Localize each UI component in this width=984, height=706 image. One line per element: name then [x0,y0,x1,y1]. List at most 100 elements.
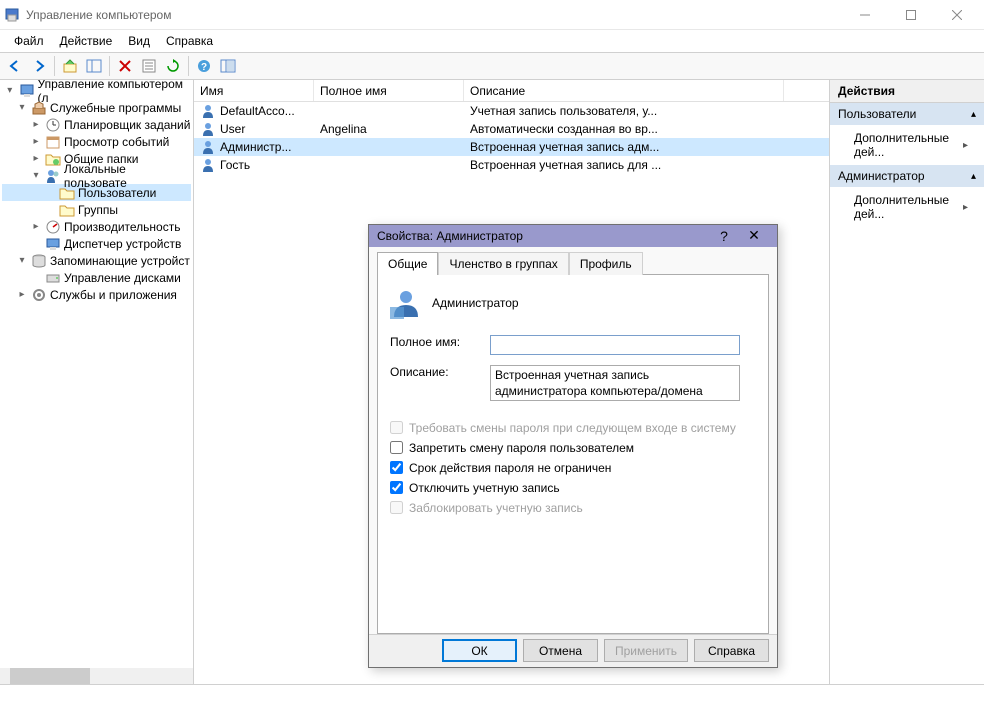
clock-icon [45,117,61,133]
horizontal-scrollbar[interactable] [0,668,193,684]
tree-node[interactable]: Диспетчер устройств [2,235,191,252]
help-button[interactable]: ? [193,55,215,77]
list-row[interactable]: Администр...Встроенная учетная запись ад… [194,138,829,156]
twisty-icon[interactable]: ▸ [30,153,42,164]
twisty-icon[interactable]: ▾ [16,255,28,266]
refresh-button[interactable] [162,55,184,77]
actions-item[interactable]: Дополнительные дей...▸ [830,125,984,165]
checkbox-row: Заблокировать учетную запись [390,501,756,515]
tree-node-label: Группы [78,203,118,217]
dialog-close-button[interactable]: ✕ [739,227,769,244]
tree-node[interactable]: ▸ Производительность [2,218,191,235]
tree-node-label: Производительность [64,220,180,234]
checkbox-input[interactable] [390,441,403,454]
tree-node[interactable]: ▾Локальные пользовате [2,167,191,184]
tree-node[interactable]: ▸Планировщик заданий [2,116,191,133]
menu-file[interactable]: Файл [6,32,52,50]
list-cell: Angelina [314,121,464,137]
minimize-button[interactable] [842,0,888,30]
menu-help[interactable]: Справка [158,32,221,50]
tree-node[interactable]: Управление дисками [2,269,191,286]
list-row[interactable]: DefaultAcco...Учетная запись пользовател… [194,102,829,120]
checkbox-label: Отключить учетную запись [409,481,560,495]
apply-button[interactable]: Применить [604,639,688,662]
tree-root[interactable]: ▾ Управление компьютером (л [2,82,191,99]
column-header[interactable]: Полное имя [314,80,464,101]
chevron-right-icon: ▸ [963,202,968,213]
list-cell: Встроенная учетная запись для ... [464,157,784,173]
tree-node[interactable]: Группы [2,201,191,218]
tree-node[interactable]: ▸Службы и приложения [2,286,191,303]
ok-button[interactable]: ОК [442,639,517,662]
cancel-button[interactable]: Отмена [523,639,598,662]
list-row[interactable]: Гость Встроенная учетная запись для ... [194,156,829,174]
list-header: ИмяПолное имяОписание [194,80,829,102]
list-cell [314,164,464,166]
dialog-user-name: Администратор [432,296,519,310]
tab-profile[interactable]: Профиль [569,252,643,275]
tree-node[interactable]: ▾Запоминающие устройст [2,252,191,269]
tab-member-of[interactable]: Членство в группах [438,252,568,275]
twisty-icon[interactable]: ▸ [30,119,42,130]
twisty-icon[interactable]: ▸ [30,221,42,232]
show-hide-tree-button[interactable] [83,55,105,77]
twisty-icon[interactable]: ▾ [30,170,42,181]
properties-button[interactable] [138,55,160,77]
tab-panel-general: Администратор Полное имя: Описание: Встр… [377,274,769,634]
checkbox-input[interactable] [390,461,403,474]
export-button[interactable] [217,55,239,77]
description-input[interactable]: Встроенная учетная запись администратора… [490,365,740,401]
tools-icon [31,100,47,116]
list-cell: Гость [194,156,314,174]
list-row[interactable]: UserAngelinaАвтоматически созданная во в… [194,120,829,138]
actions-item[interactable]: Дополнительные дей...▸ [830,187,984,227]
up-button[interactable] [59,55,81,77]
tree-node[interactable]: ▸Просмотр событий [2,133,191,150]
checkbox-label: Запретить смену пароля пользователем [409,441,634,455]
menu-view[interactable]: Вид [120,32,158,50]
svg-text:?: ? [201,62,207,73]
app-icon [4,7,20,23]
menubar: Файл Действие Вид Справка [0,30,984,52]
menu-action[interactable]: Действие [52,32,121,50]
checkbox-row[interactable]: Отключить учетную запись [390,481,756,495]
disk-icon [45,270,61,286]
twisty-icon[interactable]: ▸ [30,136,42,147]
list-cell [314,146,464,148]
column-header[interactable]: Описание [464,80,784,101]
folder-icon [59,185,75,201]
checkbox-input[interactable] [390,481,403,494]
column-header[interactable]: Имя [194,80,314,101]
actions-section-header[interactable]: Администратор▴ [830,165,984,187]
twisty-icon[interactable]: ▾ [16,102,28,113]
dialog-help-button[interactable]: ? [709,228,739,244]
checkbox-input [390,421,403,434]
window-title: Управление компьютером [26,8,842,22]
checkbox-row[interactable]: Запретить смену пароля пользователем [390,441,756,455]
chevron-right-icon: ▸ [963,140,968,151]
tree-node-label: Диспетчер устройств [64,237,181,251]
maximize-button[interactable] [888,0,934,30]
dialog-help-footer-button[interactable]: Справка [694,639,769,662]
toolbar-separator [54,56,55,76]
tree-node[interactable]: ▾ Служебные программы [2,99,191,116]
tab-general[interactable]: Общие [377,252,438,275]
list-cell: Администр... [194,138,314,156]
storage-icon [31,253,47,269]
twisty-icon[interactable]: ▸ [16,289,28,300]
user-avatar-icon [390,287,422,319]
actions-section-header[interactable]: Пользователи▴ [830,103,984,125]
tree-node-label: Служебные программы [50,101,181,115]
close-button[interactable] [934,0,980,30]
collapse-icon: ▴ [971,171,976,182]
properties-dialog: Свойства: Администратор ? ✕ Общие Членст… [368,224,778,668]
checkbox-row[interactable]: Срок действия пароля не ограничен [390,461,756,475]
dialog-titlebar[interactable]: Свойства: Администратор ? ✕ [369,225,777,247]
delete-button[interactable] [114,55,136,77]
back-button[interactable] [4,55,26,77]
fullname-input[interactable] [490,335,740,355]
event-icon [45,134,61,150]
list-body: DefaultAcco...Учетная запись пользовател… [194,102,829,174]
twisty-icon[interactable]: ▾ [4,85,16,96]
forward-button[interactable] [28,55,50,77]
